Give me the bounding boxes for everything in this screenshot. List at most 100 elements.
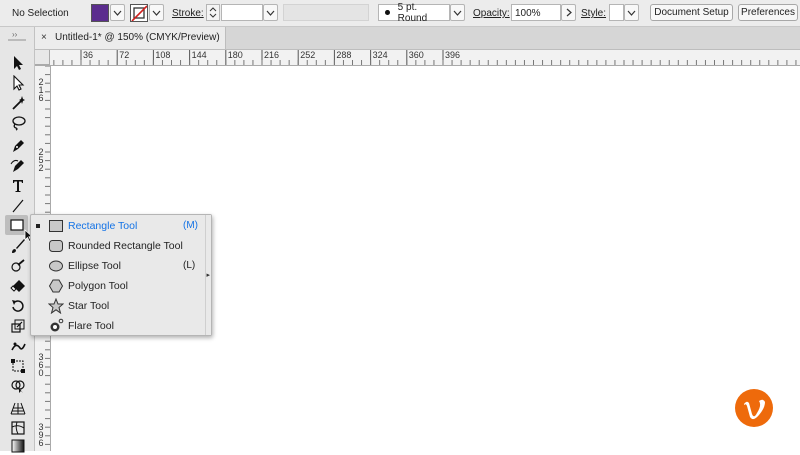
flyout-item-star-tool[interactable]: Star Tool (31, 296, 205, 316)
selection-tool-button[interactable] (9, 54, 27, 72)
shape-builder-tool-icon (11, 380, 25, 393)
stroke-weight-field[interactable] (221, 4, 263, 21)
paintbrush-tool-button[interactable] (9, 237, 27, 255)
flyout-item-shortcut: (L) (183, 260, 196, 271)
magic-wand-tool-icon (12, 96, 25, 110)
selection-tool-icon (14, 56, 23, 70)
line-segment-tool-button[interactable] (9, 197, 27, 215)
polygon-icon (48, 279, 64, 293)
ruler-label: 324 (372, 50, 388, 60)
document-setup-button[interactable]: Document Setup (650, 4, 733, 21)
flyout-item-label: Ellipse Tool (68, 260, 121, 272)
chevron-down-icon (266, 10, 275, 16)
opacity-label: Opacity: (473, 8, 510, 19)
document-tab[interactable]: × Untitled-1* @ 150% (CMYK/Preview) (35, 27, 226, 49)
stroke-weight-dropdown[interactable] (263, 4, 278, 21)
fill-dropdown-button[interactable] (110, 4, 125, 21)
shape-builder-tool-button[interactable] (9, 377, 27, 395)
shaper-tool-button[interactable] (9, 257, 27, 275)
lasso-tool-icon (12, 116, 26, 131)
ruler-label: 252 (38, 147, 44, 173)
flyout-item-ellipse-tool[interactable]: Ellipse Tool (L) (31, 256, 205, 276)
variable-width-profile-dropdown[interactable] (283, 4, 369, 21)
chevron-down-icon (152, 10, 161, 16)
collapse-panel-icon[interactable]: ›› (12, 30, 17, 39)
direct-selection-tool-button[interactable] (9, 74, 27, 92)
preferences-button[interactable]: Preferences (738, 4, 798, 21)
selection-status: No Selection (12, 8, 69, 19)
gradient-tool-button[interactable] (9, 437, 27, 455)
brush-definition-value: 5 pt. Round (397, 1, 428, 24)
flyout-item-flare-tool[interactable]: Flare Tool (31, 316, 205, 336)
stroke-color-swatch[interactable] (130, 4, 148, 22)
eraser-tool-button[interactable] (9, 277, 27, 295)
panel-grip[interactable] (8, 39, 26, 41)
fill-color-swatch[interactable] (91, 4, 109, 22)
brush-dropdown-button[interactable] (450, 4, 465, 21)
curvature-tool-button[interactable] (9, 157, 27, 175)
ruler-label: 216 (264, 50, 280, 60)
gradient-tool-icon (11, 439, 25, 453)
rectangle-icon (49, 220, 63, 232)
stepper-arrows-icon (209, 7, 217, 18)
curvature-tool-icon (10, 159, 24, 172)
ruler-origin[interactable] (35, 50, 50, 65)
chevron-down-icon (627, 10, 636, 16)
opacity-field[interactable]: 100% (511, 4, 561, 21)
stroke-weight-stepper[interactable] (206, 4, 220, 21)
pen-tool-button[interactable] (9, 137, 27, 155)
flyout-item-label: Rounded Rectangle Tool (68, 240, 183, 252)
flare-icon (50, 318, 64, 332)
mesh-tool-button[interactable] (9, 419, 27, 437)
pen-tool-icon (13, 140, 24, 152)
lasso-tool-button[interactable] (9, 114, 27, 132)
flyout-item-label: Flare Tool (68, 320, 114, 332)
chevron-down-icon (113, 10, 122, 16)
chevron-down-icon (453, 10, 462, 16)
document-tab-bar: × Untitled-1* @ 150% (CMYK/Preview) (35, 27, 800, 50)
no-stroke-icon (131, 5, 147, 21)
free-transform-tool-button[interactable] (9, 357, 27, 375)
opacity-slider-button[interactable] (561, 4, 576, 21)
current-tool-indicator (36, 224, 40, 228)
stroke-label: Stroke: (172, 8, 204, 19)
ruler-label: 396 (445, 50, 461, 60)
mesh-tool-icon (11, 421, 25, 435)
stroke-dropdown-button[interactable] (149, 4, 164, 21)
ruler-label: 216 (38, 77, 44, 103)
free-transform-tool-icon (11, 359, 25, 373)
flyout-item-rectangle-tool[interactable]: Rectangle Tool (M) (31, 216, 205, 236)
type-tool-button[interactable] (9, 177, 27, 195)
ruler-label: 180 (227, 50, 243, 60)
rotate-tool-icon (12, 300, 24, 312)
ruler-label: 252 (300, 50, 316, 60)
puppet-warp-tool-button[interactable] (9, 337, 27, 355)
flyout-item-polygon-tool[interactable]: Polygon Tool (31, 276, 205, 296)
ruler-label: 72 (119, 50, 130, 60)
ruler-label: 360 (408, 50, 424, 60)
scale-tool-button[interactable] (9, 317, 27, 335)
graphic-style-dropdown[interactable] (624, 4, 639, 21)
ruler-label: 36 (83, 50, 94, 60)
graphic-style-swatch[interactable] (609, 4, 624, 21)
flyout-item-rounded-rectangle-tool[interactable]: Rounded Rectangle Tool (31, 236, 205, 256)
vimeo-logo-icon (735, 389, 773, 427)
paintbrush-tool-icon (12, 239, 25, 253)
shaper-tool-icon (11, 259, 25, 272)
scale-tool-icon (11, 319, 25, 333)
rotate-tool-button[interactable] (9, 297, 27, 315)
ruler-label: 360 (38, 352, 44, 378)
chevron-right-icon (566, 8, 572, 17)
flyout-item-shortcut: (M) (183, 220, 198, 231)
magic-wand-tool-button[interactable] (9, 94, 27, 112)
horizontal-ruler[interactable]: 36 72 108 144 180 216 252 288 324 360 396 (35, 50, 800, 66)
star-icon (48, 298, 64, 314)
ruler-label: 288 (336, 50, 352, 60)
close-tab-icon[interactable]: × (41, 32, 47, 43)
perspective-grid-tool-button[interactable] (9, 399, 27, 417)
puppet-warp-tool-icon (11, 342, 26, 351)
document-tab-title: Untitled-1* @ 150% (CMYK/Preview) (55, 32, 220, 43)
brush-definition-field[interactable]: 5 pt. Round (378, 1, 450, 24)
tear-off-arrow-icon: ▸ (206, 272, 210, 279)
tear-off-bar[interactable]: ▸ (205, 215, 211, 335)
